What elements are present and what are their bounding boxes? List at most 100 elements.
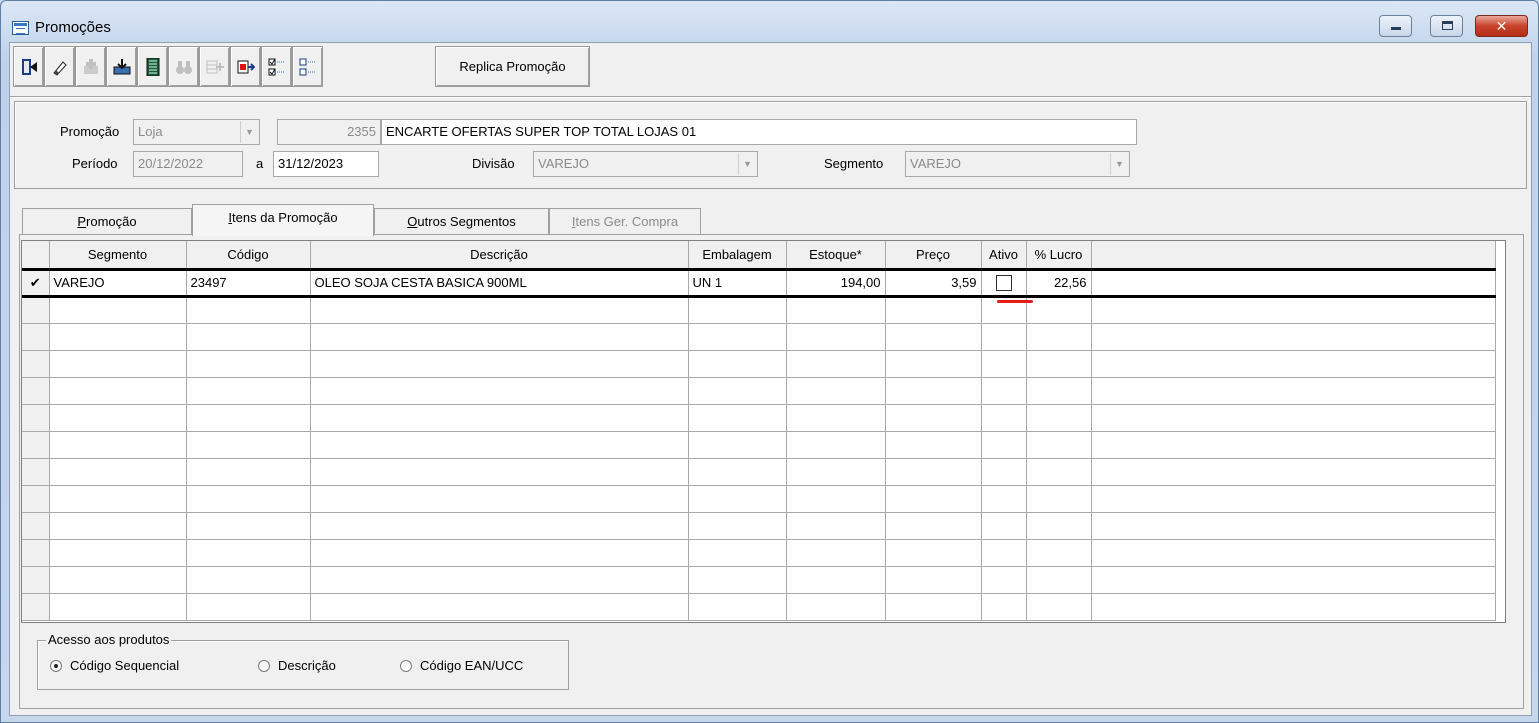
- grid-cell[interactable]: [49, 512, 187, 540]
- table-row[interactable]: [22, 593, 1496, 621]
- promocao-descricao-field[interactable]: ENCARTE OFERTAS SUPER TOP TOTAL LOJAS 01: [381, 119, 1137, 145]
- grid-cell[interactable]: [310, 377, 689, 405]
- grid-cell[interactable]: [688, 539, 787, 567]
- grid-cell[interactable]: [981, 485, 1027, 513]
- grid-cell[interactable]: [786, 593, 886, 621]
- grid-cell[interactable]: [688, 485, 787, 513]
- grid-cell[interactable]: [885, 485, 982, 513]
- grid-cell[interactable]: [688, 323, 787, 351]
- grid-cell[interactable]: [49, 350, 187, 378]
- grid-cell[interactable]: [885, 431, 982, 459]
- maximize-button[interactable]: [1430, 15, 1463, 37]
- cell-descricao[interactable]: OLEO SOJA CESTA BASICA 900ML: [310, 269, 689, 298]
- grid-cell[interactable]: [688, 458, 787, 486]
- exit-button[interactable]: [13, 46, 44, 87]
- grid-cell[interactable]: [688, 593, 787, 621]
- grid-cell[interactable]: [786, 431, 886, 459]
- grid-cell[interactable]: [786, 296, 886, 324]
- periodo-inicio-field[interactable]: 20/12/2022: [133, 151, 243, 177]
- grid-cell[interactable]: [885, 593, 982, 621]
- grid-cell[interactable]: [310, 296, 689, 324]
- radio-unselected-icon[interactable]: [400, 660, 412, 672]
- grid-cell[interactable]: [310, 350, 689, 378]
- grid-cell[interactable]: [186, 431, 311, 459]
- radio-codigo-ean[interactable]: Código EAN/UCC: [400, 657, 523, 675]
- grid-cell[interactable]: [786, 566, 886, 594]
- grid-cell[interactable]: [786, 377, 886, 405]
- grid-cell[interactable]: [981, 512, 1027, 540]
- grid-cell[interactable]: [186, 350, 311, 378]
- grid-cell[interactable]: [981, 458, 1027, 486]
- grid-cell[interactable]: [786, 350, 886, 378]
- minimize-button[interactable]: [1379, 15, 1412, 37]
- grid-cell[interactable]: [981, 350, 1027, 378]
- table-row[interactable]: [22, 350, 1496, 378]
- grid-cell[interactable]: [981, 566, 1027, 594]
- grid-cell[interactable]: [1026, 566, 1092, 594]
- grid-cell[interactable]: [885, 566, 982, 594]
- uncheck-all-button[interactable]: [292, 46, 323, 87]
- grid-cell[interactable]: [1026, 485, 1092, 513]
- tab-promocao[interactable]: Promoção: [22, 208, 192, 235]
- promocao-codigo-field[interactable]: 2355: [277, 119, 381, 145]
- grid-cell[interactable]: [981, 539, 1027, 567]
- cell-lucro[interactable]: 22,56: [1026, 269, 1092, 298]
- grid-cell[interactable]: [981, 404, 1027, 432]
- grid-cell[interactable]: [786, 512, 886, 540]
- cell-embalagem[interactable]: UN 1: [688, 269, 787, 298]
- table-row[interactable]: [22, 566, 1496, 594]
- grid-cell[interactable]: [981, 377, 1027, 405]
- cell-codigo[interactable]: 23497: [186, 269, 311, 298]
- grid-cell[interactable]: [786, 404, 886, 432]
- import-button[interactable]: [106, 46, 137, 87]
- grid-cell[interactable]: [786, 539, 886, 567]
- column-header-ativo[interactable]: Ativo: [981, 241, 1027, 271]
- divisao-combo[interactable]: VAREJO ▼: [533, 151, 758, 177]
- tab-itens-ger-compra[interactable]: Itens Ger. Compra: [549, 208, 701, 235]
- chevron-down-icon[interactable]: ▼: [1110, 153, 1128, 175]
- grid-cell[interactable]: [885, 323, 982, 351]
- periodo-fim-field[interactable]: 31/12/2023: [273, 151, 379, 177]
- grid-cell[interactable]: [186, 296, 311, 324]
- table-row[interactable]: [22, 512, 1496, 540]
- radio-unselected-icon[interactable]: [258, 660, 270, 672]
- title-bar[interactable]: Promoções ✕: [1, 1, 1538, 41]
- grid-cell[interactable]: [310, 512, 689, 540]
- table-row[interactable]: [22, 539, 1496, 567]
- grid-cell[interactable]: [688, 350, 787, 378]
- grid-cell[interactable]: [688, 512, 787, 540]
- grid-cell[interactable]: [885, 296, 982, 324]
- table-row[interactable]: [22, 458, 1496, 486]
- grid-cell[interactable]: [49, 539, 187, 567]
- clear-button[interactable]: [44, 46, 75, 87]
- grid-cell[interactable]: [49, 485, 187, 513]
- grid-cell[interactable]: [310, 593, 689, 621]
- grid-cell[interactable]: [885, 404, 982, 432]
- grid-cell[interactable]: [1026, 296, 1092, 324]
- table-row[interactable]: [22, 377, 1496, 405]
- column-header-embalagem[interactable]: Embalagem: [688, 241, 787, 271]
- grid-cell[interactable]: [981, 431, 1027, 459]
- column-header-estoque[interactable]: Estoque*: [786, 241, 886, 271]
- grid-cell[interactable]: [1026, 512, 1092, 540]
- close-button[interactable]: ✕: [1475, 15, 1528, 37]
- grid-cell[interactable]: [1026, 593, 1092, 621]
- grid-cell[interactable]: [310, 566, 689, 594]
- cell-preco[interactable]: 3,59: [885, 269, 982, 298]
- grid-cell[interactable]: [186, 404, 311, 432]
- chevron-down-icon[interactable]: ▼: [738, 153, 756, 175]
- grid-cell[interactable]: [49, 323, 187, 351]
- cell-ativo[interactable]: [981, 269, 1027, 298]
- grid-cell[interactable]: [688, 404, 787, 432]
- grid-cell[interactable]: [1026, 404, 1092, 432]
- transfer-button[interactable]: [230, 46, 261, 87]
- table-row[interactable]: [22, 323, 1496, 351]
- column-header-preco[interactable]: Preço: [885, 241, 982, 271]
- grid-cell[interactable]: [49, 593, 187, 621]
- radio-selected-icon[interactable]: [50, 660, 62, 672]
- grid-cell[interactable]: [49, 458, 187, 486]
- grid-cell[interactable]: [885, 350, 982, 378]
- spreadsheet-button[interactable]: [137, 46, 168, 87]
- grid-cell[interactable]: [786, 485, 886, 513]
- grid-cell[interactable]: [885, 512, 982, 540]
